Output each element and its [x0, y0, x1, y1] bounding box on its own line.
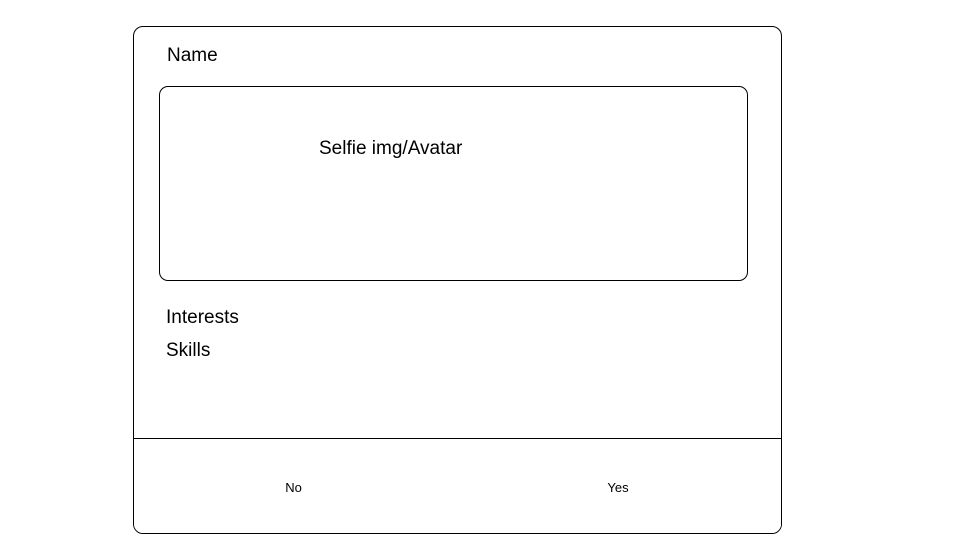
no-button[interactable]: No [134, 438, 454, 533]
no-button-label: No [285, 480, 302, 495]
name-label: Name [167, 45, 218, 66]
skills-label: Skills [166, 340, 211, 361]
yes-button[interactable]: Yes [453, 438, 781, 533]
interests-label: Interests [166, 307, 239, 328]
avatar-placeholder-text: Selfie img/Avatar [319, 138, 463, 159]
avatar: Selfie img/Avatar [159, 86, 748, 281]
profile-card: Name Selfie img/Avatar Interests Skills … [133, 26, 782, 534]
yes-button-label: Yes [607, 480, 629, 495]
